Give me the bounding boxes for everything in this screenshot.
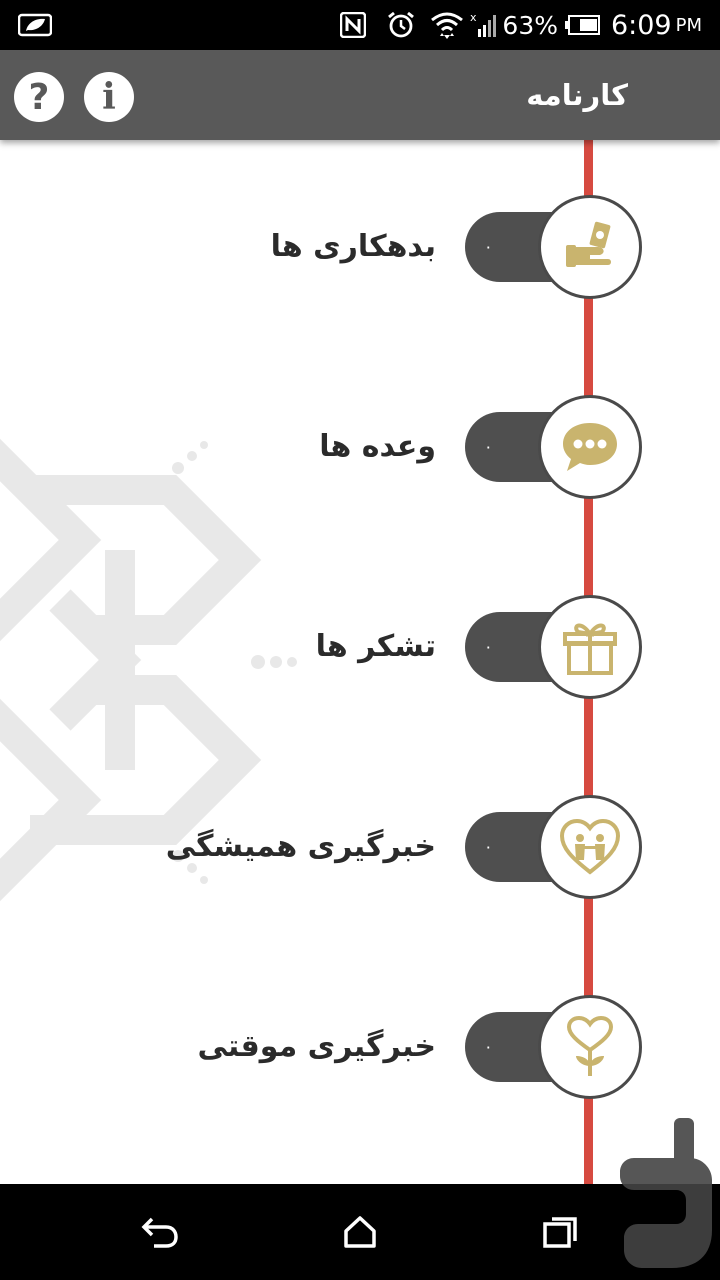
app-bar: ? i کارنامه — [0, 50, 720, 140]
timeline-item-label: تشکر ها — [315, 629, 436, 664]
count-value: ۰ — [484, 1037, 493, 1056]
battery-percent: 63% — [502, 10, 558, 40]
wifi-icon — [430, 0, 464, 50]
heart-flower-icon — [538, 995, 642, 1099]
hand-money-icon — [538, 195, 642, 299]
timeline-item-label: خبرگیری همیشگی — [165, 829, 436, 864]
timeline-item-permanent-care[interactable]: خبرگیری همیشگی ۰ — [0, 795, 720, 899]
alarm-icon — [386, 0, 416, 50]
home-button[interactable] — [330, 1202, 390, 1262]
battery-icon — [565, 0, 601, 50]
chat-bubble-icon — [538, 395, 642, 499]
count-value: ۰ — [484, 837, 493, 856]
back-button[interactable] — [130, 1202, 190, 1262]
signal-icon: x — [470, 0, 500, 50]
timeline-item-label: وعده ها — [319, 429, 436, 464]
back-icon — [141, 1217, 178, 1248]
timeline-item-debts[interactable]: بدهکاری ها ۰ — [0, 195, 720, 299]
info-button[interactable]: i — [84, 72, 134, 122]
nfc-icon — [340, 0, 366, 50]
timeline-item-label: بدهکاری ها — [270, 229, 436, 264]
clock: 6:09 PM — [611, 0, 702, 50]
status-bar: x 63% 6:09 PM — [0, 0, 720, 50]
help-button[interactable]: ? — [14, 72, 64, 122]
clock-ampm: PM — [675, 14, 702, 36]
timeline-item-temporary-care[interactable]: خبرگیری موقتی ۰ — [0, 995, 720, 1099]
timeline-item-label: خبرگیری موقتی — [197, 1029, 436, 1064]
home-icon — [344, 1216, 376, 1248]
timeline-item-thanks[interactable]: تشکر ها ۰ — [0, 595, 720, 699]
recents-icon — [543, 1217, 577, 1248]
timeline-item-promises[interactable]: وعده ها ۰ — [0, 395, 720, 499]
page-title: کارنامه — [526, 78, 628, 112]
recents-button[interactable] — [530, 1202, 590, 1262]
count-value: ۰ — [484, 237, 493, 256]
count-value: ۰ — [484, 637, 493, 656]
count-value: ۰ — [484, 437, 493, 456]
gift-icon — [538, 595, 642, 699]
bazaar-logo-icon — [620, 1118, 712, 1268]
heart-people-icon — [538, 795, 642, 899]
clock-time: 6:09 — [610, 9, 672, 41]
leaf-icon — [18, 0, 52, 50]
svg-text:x: x — [470, 11, 477, 24]
